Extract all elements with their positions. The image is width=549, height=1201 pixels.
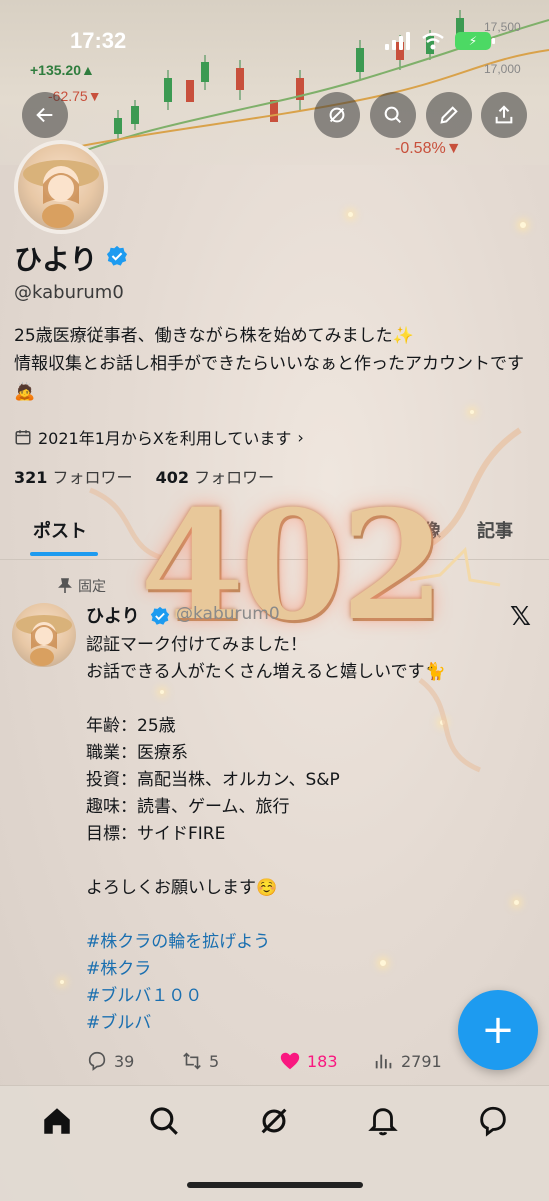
arrow-left-icon xyxy=(36,107,53,123)
reply-count: 39 xyxy=(114,1051,135,1071)
grok-button[interactable] xyxy=(314,92,360,138)
post-line: 投資：高配当株、オルカン、S&P xyxy=(86,770,340,790)
bell-icon xyxy=(368,1108,398,1136)
post-author-handle: @kaburum0 xyxy=(176,604,280,624)
like-button[interactable]: 183 xyxy=(279,1050,373,1072)
grok-icon xyxy=(261,1108,287,1134)
x-logo-icon: 𝕏 xyxy=(510,602,531,632)
share-icon xyxy=(495,105,513,124)
avatar-illustration xyxy=(16,615,72,666)
avatar-illustration xyxy=(23,160,99,228)
nav-search[interactable] xyxy=(147,1104,181,1138)
post-line: お話できる人がたくさん増えると嬉しいです🐈 xyxy=(86,662,446,682)
post-line: 目標：サイドFIRE xyxy=(86,824,226,844)
search-button[interactable] xyxy=(370,92,416,138)
reply-button[interactable]: 39 xyxy=(86,1050,181,1072)
views-button[interactable]: 2791 xyxy=(373,1050,442,1072)
home-icon xyxy=(44,1108,70,1134)
grok-icon xyxy=(329,107,345,123)
pencil-icon xyxy=(440,106,458,124)
sparkle xyxy=(60,980,64,984)
message-icon xyxy=(480,1106,506,1137)
price-label-2: 17,000 xyxy=(484,62,521,76)
search-icon xyxy=(384,106,402,124)
nav-home[interactable] xyxy=(40,1104,74,1138)
edit-button[interactable] xyxy=(426,92,472,138)
signal-icon xyxy=(385,32,410,50)
post-author-avatar[interactable] xyxy=(12,603,76,667)
verified-badge-icon xyxy=(106,245,128,266)
bio-line: 25歳医療従事者、働きながら株を始めてみました✨ xyxy=(14,326,414,346)
battery-icon: ⚡ xyxy=(455,32,495,50)
profile-handle: @kaburum0 xyxy=(14,282,124,303)
post-author-name[interactable]: ひより xyxy=(86,602,140,628)
post-line: よろしくお願いします☺️ xyxy=(86,878,278,898)
home-indicator xyxy=(187,1182,363,1188)
share-button[interactable] xyxy=(481,92,527,138)
views-chart-icon xyxy=(375,1054,392,1069)
post-line xyxy=(86,686,526,713)
post-line xyxy=(86,848,526,875)
repost-count: 5 xyxy=(209,1051,220,1071)
ticker-up: +135.20▲ xyxy=(30,62,95,78)
display-name: ひより xyxy=(14,243,98,276)
post-line: 職業：医療系 xyxy=(86,743,188,763)
search-icon xyxy=(150,1107,178,1135)
wifi-icon xyxy=(422,32,444,50)
sparkle xyxy=(520,222,526,228)
views-count: 2791 xyxy=(401,1051,442,1071)
nav-messages[interactable] xyxy=(476,1104,510,1138)
repost-button[interactable]: 5 xyxy=(181,1050,279,1072)
post-line: 年齢：25歳 xyxy=(86,716,176,736)
profile-banner[interactable]: +135.20▲ -62.75▼ -0.58%▼ 17,500 17,000 xyxy=(0,0,549,165)
post-text: 認証マーク付けてみました！ お話できる人がたくさん増えると嬉しいです🐈 年齢：2… xyxy=(86,632,526,1037)
pinned-indicator: 固定 xyxy=(58,576,106,596)
ticker-down-right: -0.58%▼ xyxy=(395,140,462,157)
status-icons: ⚡ xyxy=(385,32,495,50)
back-button[interactable] xyxy=(22,92,68,138)
profile-avatar[interactable] xyxy=(14,140,108,234)
hashtag-link[interactable]: #株クラの輪を拡げよう xyxy=(86,929,526,956)
post-actions: 39 5 183 2791 xyxy=(86,1050,442,1072)
compose-post-button[interactable]: + xyxy=(458,990,538,1070)
post-line: 趣味：読書、ゲーム、旅行 xyxy=(86,797,290,817)
post-line: 認証マーク付けてみました！ xyxy=(86,635,307,655)
heart-filled-icon xyxy=(280,1052,300,1070)
post-line xyxy=(86,902,526,929)
nav-grok[interactable] xyxy=(257,1104,291,1138)
pin-icon xyxy=(58,578,72,593)
status-time: 17:32 xyxy=(70,28,127,53)
pinned-label: 固定 xyxy=(78,579,106,595)
hashtag-link[interactable]: #株クラ xyxy=(86,956,526,983)
plus-icon: + xyxy=(481,1007,515,1053)
repost-icon xyxy=(183,1052,201,1070)
nav-notifications[interactable] xyxy=(366,1104,400,1138)
like-count: 183 xyxy=(307,1051,338,1071)
reply-icon xyxy=(88,1051,106,1071)
hashtag-link[interactable]: #ブルバ１００ xyxy=(86,983,526,1010)
verified-badge-icon xyxy=(150,606,170,625)
stock-chart-image xyxy=(59,10,549,161)
sparkle xyxy=(348,212,353,217)
follower-milestone-overlay: 402 xyxy=(140,478,445,654)
